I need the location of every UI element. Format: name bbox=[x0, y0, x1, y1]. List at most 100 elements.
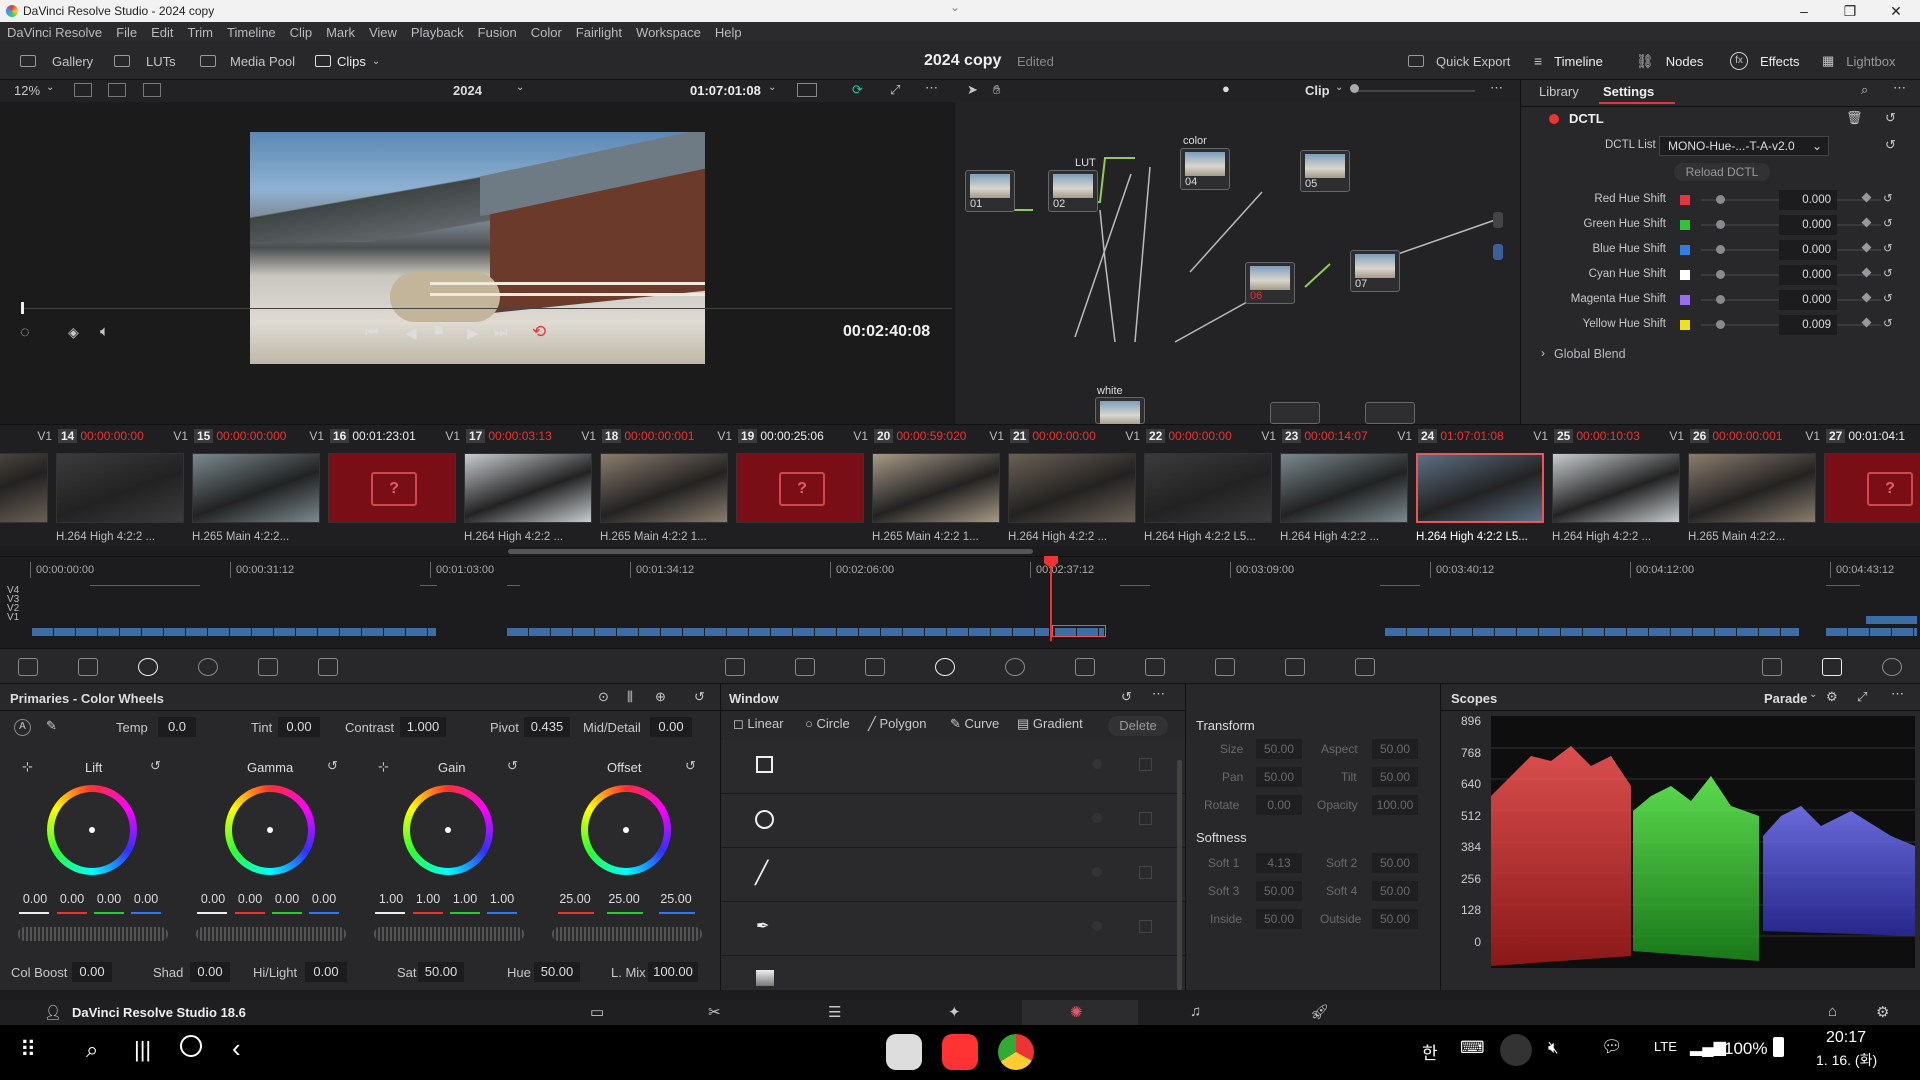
gain-g-value[interactable]: 1.00 bbox=[447, 892, 483, 906]
timeline-clip-segment[interactable] bbox=[595, 628, 617, 636]
tilt-field[interactable]: 50.00 bbox=[1372, 767, 1418, 787]
timeline-clip-segment[interactable] bbox=[947, 628, 969, 636]
timeline-clip-segment[interactable] bbox=[1385, 628, 1407, 636]
timeline-clip-segment[interactable] bbox=[859, 628, 881, 636]
stop-icon[interactable]: ■ bbox=[434, 322, 444, 340]
timeline-clip-segment[interactable] bbox=[142, 628, 164, 636]
node-06[interactable]: 06 bbox=[1245, 262, 1295, 304]
node-zoom-slider[interactable] bbox=[1355, 90, 1475, 92]
clip-thumbnail[interactable]: 18 00:00:00:001 V1 H.265 Main 4:2:2 1... bbox=[600, 425, 736, 545]
cut-page-icon[interactable]: ✂︎ bbox=[708, 1003, 721, 1021]
settings-gear-icon[interactable]: ⚙︎ bbox=[1876, 1003, 1889, 1021]
key-icon[interactable] bbox=[1215, 658, 1235, 676]
param-value[interactable]: 0.000 bbox=[1779, 290, 1837, 310]
aspect-field[interactable]: 50.00 bbox=[1372, 739, 1418, 759]
clip-thumbnail[interactable]: 16 00:01:23:01 V1? bbox=[328, 425, 464, 545]
window-invert-checkbox[interactable] bbox=[1139, 866, 1152, 879]
offset-g-value[interactable]: 25.00 bbox=[603, 892, 645, 906]
tab-settings[interactable]: Settings bbox=[1603, 84, 1654, 99]
reset-icon[interactable]: ↺ bbox=[1885, 110, 1896, 126]
timeline-clip-segment[interactable] bbox=[815, 628, 837, 636]
gamma-r-value[interactable]: 0.00 bbox=[232, 892, 268, 906]
timeline-clip-segment[interactable] bbox=[1517, 628, 1539, 636]
pivot-field[interactable]: 0.435 bbox=[524, 717, 570, 737]
timeline-clip-segment[interactable] bbox=[252, 628, 274, 636]
lift-y-value[interactable]: 0.00 bbox=[17, 892, 53, 906]
zoom-dropdown[interactable]: 12% bbox=[14, 83, 40, 98]
timeline-clip-segment[interactable] bbox=[1561, 628, 1583, 636]
shad-field[interactable]: 0.00 bbox=[190, 962, 230, 982]
node-04[interactable]: 04 bbox=[1180, 148, 1230, 190]
color-wheels-icon[interactable] bbox=[138, 658, 158, 676]
viewer[interactable]: ◌ ◈ 🔈︎ ⏮︎ ◀ ■ ▶ ⏭︎ ⟲ 00:02:40:08 bbox=[0, 102, 955, 424]
reset-icon[interactable]: ↺ bbox=[1883, 191, 1893, 205]
alpha-output-connector[interactable] bbox=[1493, 244, 1503, 260]
timeline-clip-segment[interactable] bbox=[1671, 628, 1693, 636]
scope-settings-icon[interactable]: ⚙︎ bbox=[1826, 689, 1838, 705]
menu-item-file[interactable]: File bbox=[116, 25, 137, 40]
timeline-clip-segment[interactable] bbox=[1583, 628, 1605, 636]
gallery-button[interactable]: Gallery bbox=[20, 42, 93, 80]
clip-thumbnail[interactable]: 14 00:00:00:00 V1 H.264 High 4:2:2 ... bbox=[56, 425, 192, 545]
more-options-icon[interactable]: ⋯ bbox=[925, 80, 938, 96]
clip-thumbnail[interactable]: 23 00:00:14:07 V1 H.264 High 4:2:2 ... bbox=[1280, 425, 1416, 545]
timeline-clip-segment[interactable] bbox=[1649, 628, 1671, 636]
offset-master-jog[interactable] bbox=[552, 927, 702, 941]
eyedropper-icon[interactable]: ✎ bbox=[46, 718, 57, 734]
fusion-page-icon[interactable]: ✦ bbox=[948, 1003, 961, 1021]
more-options-icon[interactable]: ⋯ bbox=[1152, 686, 1165, 702]
timeline-clip-segment[interactable] bbox=[705, 628, 727, 636]
timeline-clip-segment[interactable] bbox=[428, 628, 437, 636]
timeline-clip-segment[interactable] bbox=[1035, 628, 1050, 636]
reset-icon[interactable]: ↺ bbox=[1883, 216, 1893, 230]
clip-thumbnail[interactable]: 00:00:00:00V1 2:2 ... bbox=[0, 425, 56, 545]
gain-b-value[interactable]: 1.00 bbox=[484, 892, 520, 906]
timeline-clip-segment[interactable] bbox=[1495, 628, 1517, 636]
timeline-clip-segment[interactable] bbox=[76, 628, 98, 636]
node-02[interactable]: 02 bbox=[1048, 170, 1098, 212]
more-options-icon[interactable]: ⋯ bbox=[1891, 686, 1904, 702]
window-invert-checkbox[interactable] bbox=[1139, 758, 1152, 771]
timeline-clip-segment[interactable] bbox=[1429, 628, 1451, 636]
timeline-clip-segment[interactable] bbox=[1627, 628, 1649, 636]
go-to-start-icon[interactable]: ⏮︎ bbox=[365, 324, 379, 341]
slider-knob[interactable] bbox=[1716, 270, 1725, 279]
timeline-playhead[interactable] bbox=[1050, 557, 1052, 641]
blur-icon[interactable] bbox=[1145, 658, 1165, 676]
bars-mode-icon[interactable]: ⫼ bbox=[627, 689, 633, 705]
timeline-clip-segment[interactable] bbox=[1605, 628, 1627, 636]
tracker-icon[interactable] bbox=[1005, 658, 1025, 676]
circle-window-tool[interactable]: ○ Circle bbox=[805, 716, 850, 731]
home-icon[interactable]: ⌂ bbox=[1828, 1003, 1837, 1020]
play-icon[interactable]: ▶ bbox=[467, 324, 479, 342]
lift-r-value[interactable]: 0.00 bbox=[54, 892, 90, 906]
window-enable-toggle[interactable] bbox=[1092, 867, 1102, 877]
menu-item-davinci[interactable]: DaVinci Resolve bbox=[7, 25, 102, 40]
polygon-window-tool[interactable]: ╱ Polygon bbox=[868, 716, 926, 732]
clip-strip-scrollbar[interactable] bbox=[508, 549, 1033, 554]
timeline-clip-segment[interactable] bbox=[925, 628, 947, 636]
slider-knob[interactable] bbox=[1716, 320, 1725, 329]
timeline-clip-segment[interactable] bbox=[551, 628, 573, 636]
recent-apps-icon[interactable]: ||| bbox=[134, 1037, 151, 1063]
node-graph[interactable]: 01 02 LUT 04 color 05 06 07 white bbox=[955, 102, 1520, 425]
split-view-icon[interactable] bbox=[108, 83, 126, 97]
menu-item-clip[interactable]: Clip bbox=[290, 25, 312, 40]
nodes-button[interactable]: ⛓ Nodes bbox=[1636, 42, 1703, 80]
playback-scrubber-track[interactable] bbox=[22, 308, 952, 309]
menu-item-timeline[interactable]: Timeline bbox=[227, 25, 276, 40]
timeline-clip-segment[interactable] bbox=[617, 628, 639, 636]
slider-knob[interactable] bbox=[1716, 220, 1725, 229]
reload-dctl-button[interactable]: Reload DCTL bbox=[1674, 163, 1770, 181]
window-enable-toggle[interactable] bbox=[1092, 921, 1102, 931]
collapse-chevron-icon[interactable]: ⌄ bbox=[950, 0, 960, 14]
expand-icon[interactable]: ⤢ bbox=[1857, 689, 1867, 705]
param-value[interactable]: 0.000 bbox=[1779, 215, 1837, 235]
media-page-icon[interactable]: ▭ bbox=[590, 1003, 604, 1021]
wipe-view-icon[interactable] bbox=[143, 83, 161, 97]
color-warper-icon[interactable] bbox=[795, 658, 815, 676]
refresh-icon[interactable]: ⟳ bbox=[852, 82, 863, 98]
lmix-field[interactable]: 100.00 bbox=[648, 962, 698, 982]
soft4-field[interactable]: 50.00 bbox=[1372, 881, 1418, 901]
timeline-clip-segment[interactable] bbox=[1759, 628, 1781, 636]
